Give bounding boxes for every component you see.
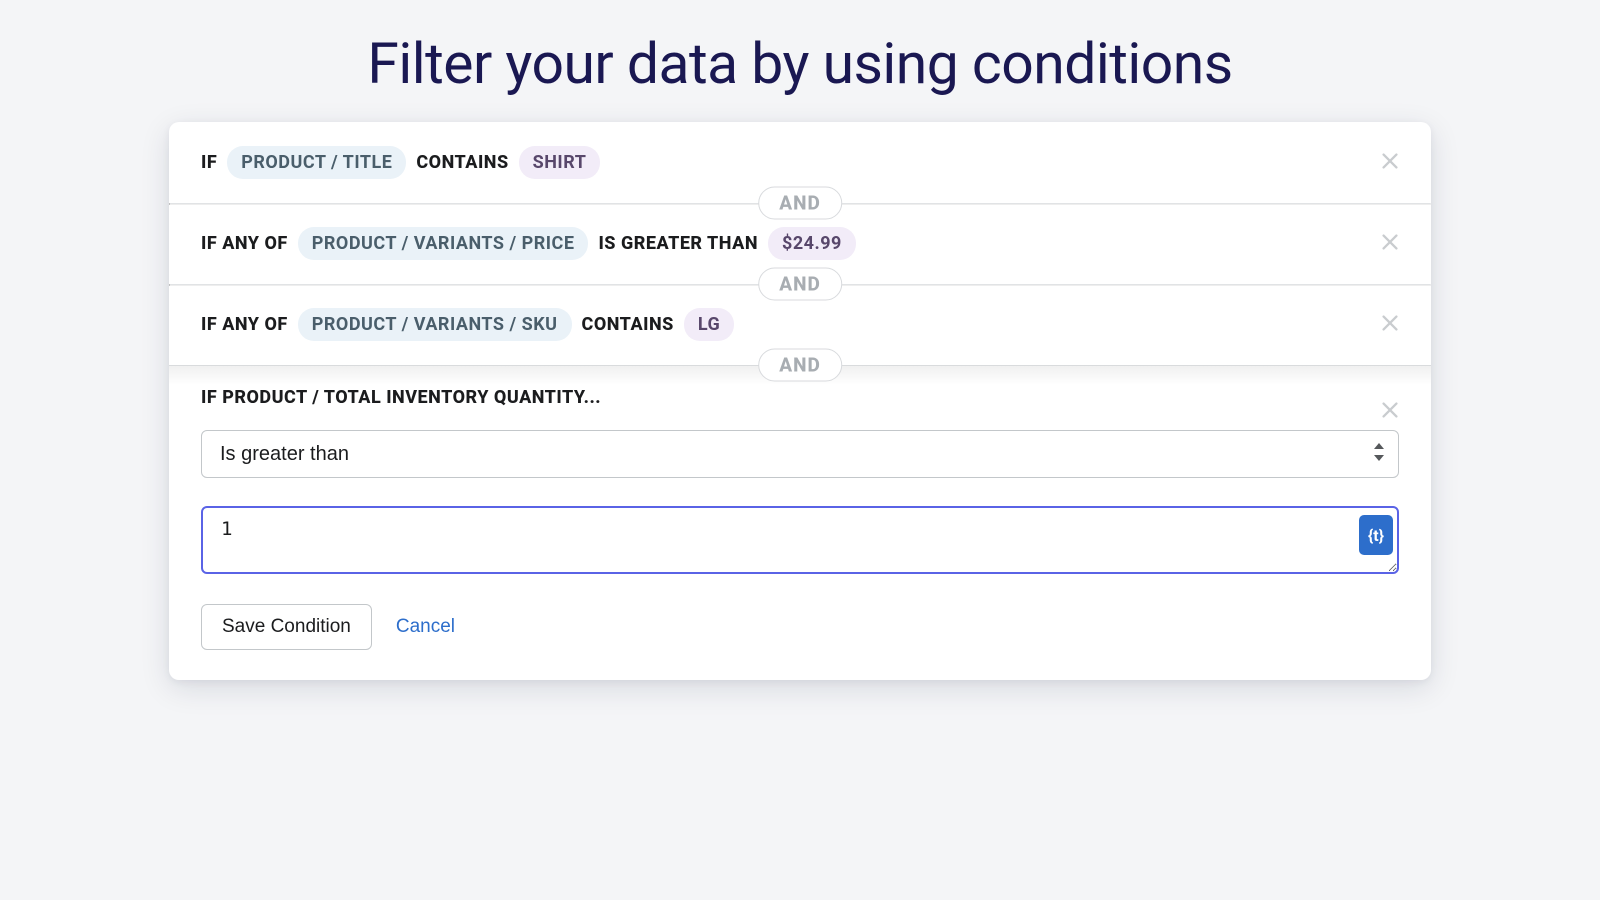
condition-field-pill: PRODUCT / TITLE	[227, 146, 406, 179]
condition-operator: IS GREATER THAN	[598, 233, 758, 254]
cancel-button[interactable]: Cancel	[396, 616, 455, 638]
remove-condition-button[interactable]	[1375, 148, 1405, 178]
remove-condition-button[interactable]	[1375, 397, 1405, 427]
editing-condition-title: IF PRODUCT / TOTAL INVENTORY QUANTITY...	[201, 387, 1399, 408]
save-condition-button[interactable]: Save Condition	[201, 604, 372, 650]
token-icon: {t}	[1368, 526, 1384, 545]
condition-summary: IF ANY OF PRODUCT / VARIANTS / PRICE IS …	[201, 227, 1399, 260]
condition-summary: IF ANY OF PRODUCT / VARIANTS / SKU CONTA…	[201, 308, 1399, 341]
close-icon	[1379, 150, 1401, 176]
page-title: Filter your data by using conditions	[0, 0, 1600, 122]
remove-condition-button[interactable]	[1375, 310, 1405, 340]
close-icon	[1379, 399, 1401, 425]
condition-field-pill: PRODUCT / VARIANTS / SKU	[298, 308, 572, 341]
close-icon	[1379, 231, 1401, 257]
editing-actions: Save Condition Cancel	[201, 604, 1399, 650]
condition-value-pill: $24.99	[768, 227, 856, 260]
condition-operator: CONTAINS	[416, 152, 508, 173]
condition-editing-row: IF PRODUCT / TOTAL INVENTORY QUANTITY...…	[169, 365, 1431, 680]
operator-select[interactable]: Is greater than	[201, 430, 1399, 478]
condition-summary: IF PRODUCT / TITLE CONTAINS SHIRT	[201, 146, 1399, 179]
conditions-card: IF PRODUCT / TITLE CONTAINS SHIRT AND IF…	[169, 122, 1431, 680]
value-input-wrap: {t}	[201, 506, 1399, 578]
condition-operator: CONTAINS	[582, 314, 674, 335]
condition-value-pill: SHIRT	[519, 146, 601, 179]
condition-prefix: IF ANY OF	[201, 314, 288, 335]
condition-field-pill: PRODUCT / VARIANTS / PRICE	[298, 227, 589, 260]
close-icon	[1379, 312, 1401, 338]
condition-prefix: IF ANY OF	[201, 233, 288, 254]
condition-prefix: IF	[201, 152, 217, 173]
condition-value-pill: LG	[684, 308, 734, 341]
condition-value-input[interactable]	[201, 506, 1399, 574]
remove-condition-button[interactable]	[1375, 229, 1405, 259]
operator-select-wrap: Is greater than	[201, 430, 1399, 478]
insert-token-button[interactable]: {t}	[1359, 515, 1393, 555]
